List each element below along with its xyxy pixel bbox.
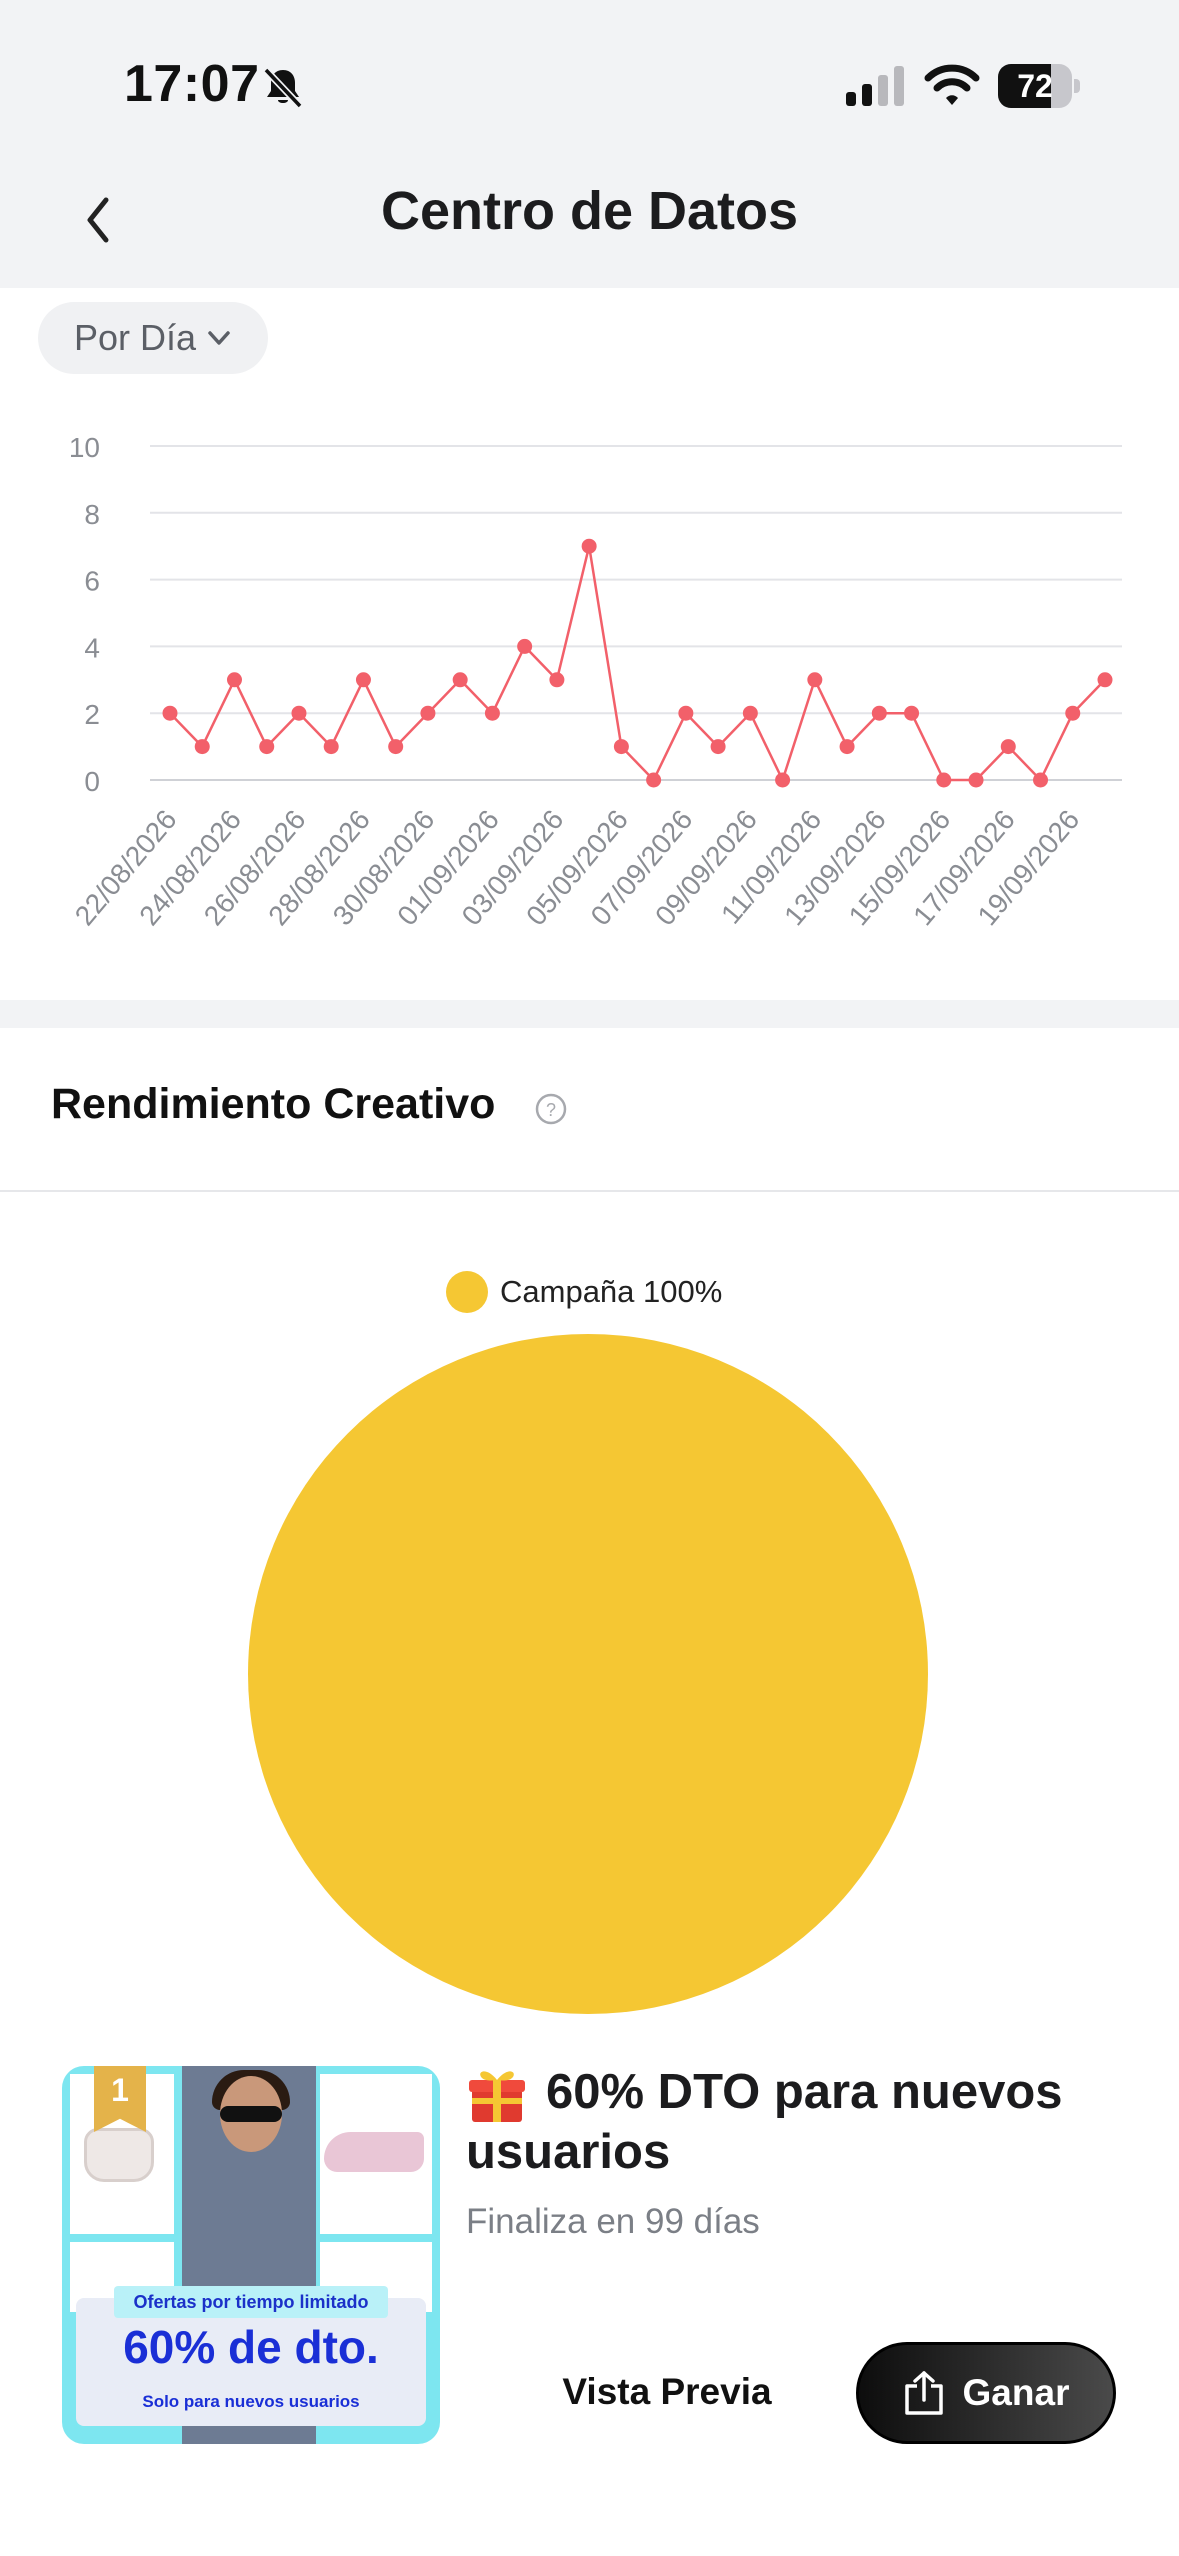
question-circle-icon[interactable]: ? [534, 1092, 568, 1126]
y-tick-label: 6 [84, 566, 100, 597]
data-point [678, 705, 694, 721]
legend-swatch [446, 1271, 488, 1313]
share-icon [904, 2371, 943, 2415]
earn-button-label: Ganar [962, 2372, 1070, 2413]
promo-top-text: Ofertas por tiempo limitado [114, 2286, 388, 2318]
data-point [1033, 772, 1049, 788]
y-tick-label: 0 [84, 766, 100, 797]
data-point [646, 772, 662, 788]
data-point [549, 672, 565, 688]
data-point [936, 772, 952, 788]
handbag-image [84, 2128, 154, 2182]
data-point [968, 772, 984, 788]
data-point [194, 739, 210, 755]
svg-text:?: ? [546, 1100, 556, 1120]
divider [0, 1190, 1179, 1192]
battery-indicator: 72 [998, 64, 1080, 108]
page-title: Centro de Datos [380, 181, 799, 241]
data-point [775, 772, 791, 788]
data-point [452, 672, 468, 688]
data-point [613, 739, 629, 755]
data-point [162, 705, 178, 721]
offer-thumbnail[interactable]: 1 Ofertas por tiempo limitado 60% de dto… [62, 2066, 440, 2444]
data-point [259, 739, 275, 755]
bell-muted-icon [263, 67, 303, 109]
data-point [839, 739, 855, 755]
data-point [581, 538, 597, 554]
data-point [742, 705, 758, 721]
pie-slice [248, 1334, 928, 2014]
data-point [420, 705, 436, 721]
rank-number: 1 [111, 2072, 129, 2108]
y-tick-label: 10 [69, 432, 100, 463]
legend-label: Campaña 100% [500, 1274, 723, 1309]
data-point [517, 638, 533, 654]
data-point [1000, 739, 1016, 755]
data-point [871, 705, 887, 721]
series-line [169, 544, 1106, 782]
battery-level: 72 [1017, 68, 1053, 104]
daily-line-chart: 024681022/08/202624/08/202626/08/202628/… [69, 432, 1122, 931]
data-point [323, 739, 339, 755]
creative-pie-chart [248, 1334, 928, 2014]
top-bar: 17:07 72 Centro de Datos [0, 0, 1179, 288]
data-point [1097, 672, 1113, 688]
data-point [1065, 705, 1081, 721]
wifi-icon [924, 64, 980, 105]
data-point [226, 672, 242, 688]
data-point [291, 705, 307, 721]
data-point [710, 739, 726, 755]
period-dropdown[interactable]: Por Día [38, 302, 268, 374]
shoe-image [324, 2132, 424, 2172]
status-time: 17:07 [124, 55, 260, 113]
offer-title: 60% DTO para nuevos usuarios [466, 2065, 1063, 2179]
promo-discount-text: 60% de dto. [123, 2321, 379, 2373]
preview-button[interactable]: Vista Previa [540, 2340, 794, 2444]
creative-performance-title: Rendimiento Creativo [51, 1080, 496, 1128]
status-bar: 17:07 72 [0, 0, 1179, 170]
data-point [807, 672, 823, 688]
offer-expiry: Finaliza en 99 días [466, 2202, 760, 2241]
data-point [388, 739, 404, 755]
chevron-down-icon [208, 331, 230, 345]
cellular-signal-icon [846, 66, 904, 106]
y-tick-label: 2 [84, 699, 100, 730]
y-tick-label: 4 [84, 632, 100, 663]
y-tick-label: 8 [84, 499, 100, 530]
pie-legend[interactable]: Campaña 100% [446, 1270, 722, 1314]
section-separator [0, 1000, 1179, 1028]
period-dropdown-label: Por Día [73, 317, 197, 358]
data-point [484, 705, 500, 721]
earn-button[interactable]: Ganar [856, 2342, 1116, 2444]
data-point [355, 672, 371, 688]
data-point [904, 705, 920, 721]
promo-small-text: Solo para nuevos usuarios [142, 2392, 360, 2411]
